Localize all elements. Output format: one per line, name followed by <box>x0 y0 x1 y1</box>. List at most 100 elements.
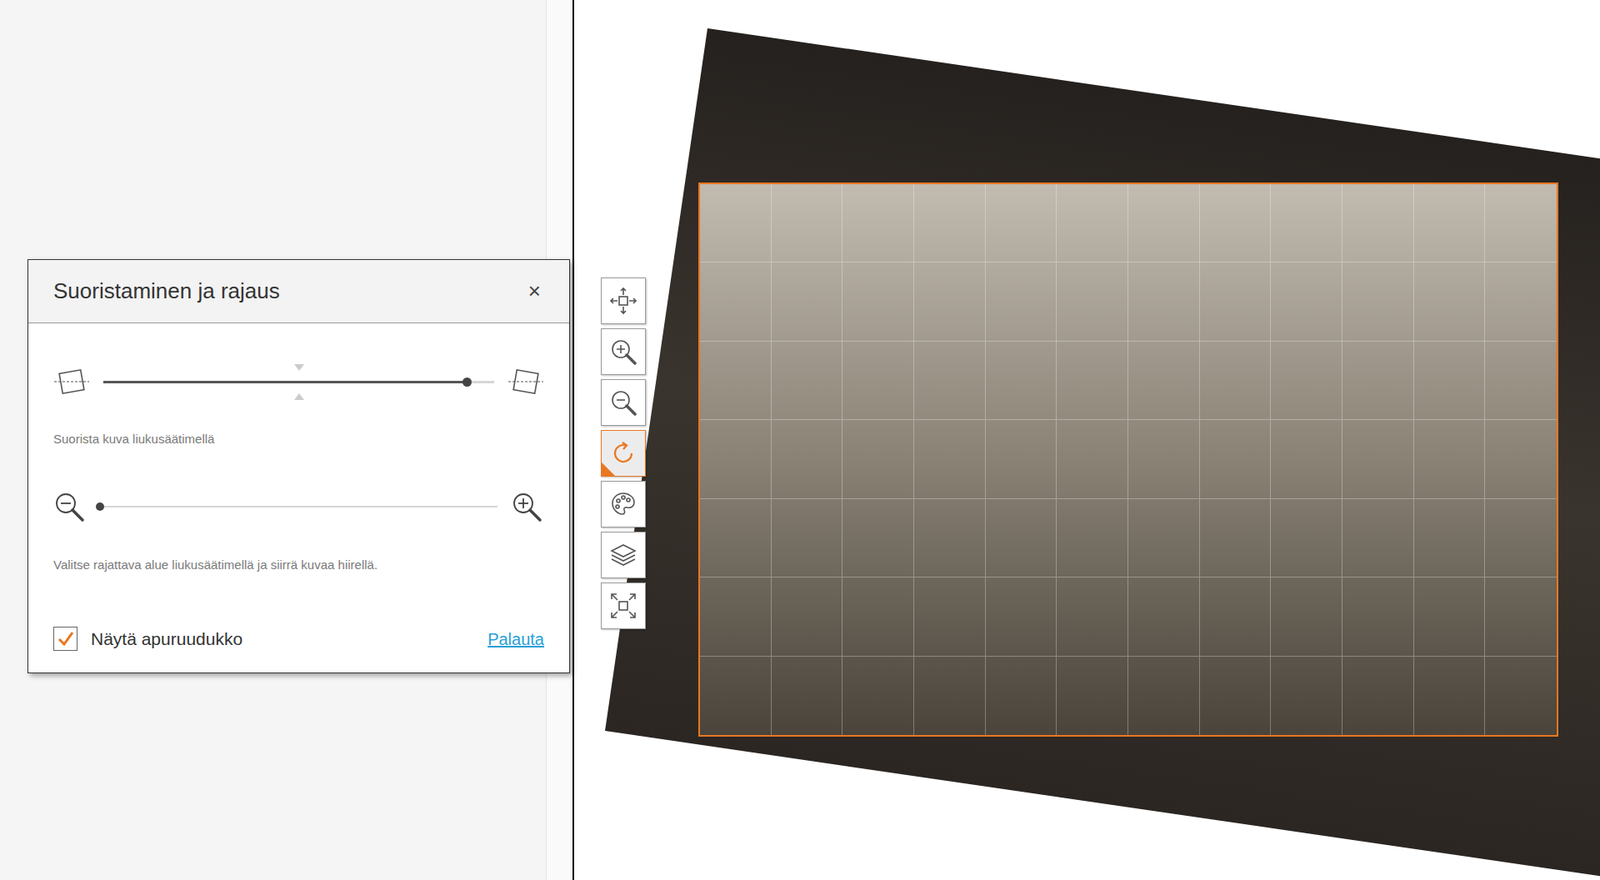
grid-cell <box>1485 577 1557 656</box>
grid-cell <box>914 262 986 341</box>
grid-cell <box>771 656 844 735</box>
grid-cell <box>771 499 844 578</box>
grid-cell <box>1200 341 1272 420</box>
reset-link[interactable]: Palauta <box>487 626 545 652</box>
dialog-header: Suoristaminen ja rajaus × <box>28 260 570 324</box>
grid-cell <box>700 341 772 420</box>
grid-cell <box>1342 262 1415 341</box>
grid-cell <box>700 499 772 578</box>
layers-icon <box>609 540 638 570</box>
zoom-out-icon <box>609 388 638 417</box>
grid-cell <box>1414 656 1486 735</box>
tilt-right-icon <box>507 366 545 397</box>
grid-cell <box>914 341 986 420</box>
grid-cell <box>1414 184 1486 263</box>
grid-cell <box>1270 184 1343 263</box>
grid-cell <box>842 656 915 735</box>
grid-cell <box>1056 577 1129 656</box>
grid-checkbox-label: Näytä apuruudukko <box>90 625 243 653</box>
grid-cell <box>1414 577 1486 656</box>
grid-cell <box>985 499 1058 578</box>
canvas <box>574 0 1600 880</box>
grid-cell <box>1342 341 1415 420</box>
grid-cell <box>1200 499 1272 578</box>
close-button[interactable]: × <box>525 275 545 308</box>
slider-fill <box>103 380 467 384</box>
grid-cell <box>1270 420 1343 499</box>
grid-cell <box>1128 420 1200 499</box>
tool-button[interactable] <box>600 531 646 579</box>
grid-cell <box>1056 499 1129 578</box>
grid-cell <box>1414 420 1486 499</box>
tool-button[interactable] <box>600 277 646 325</box>
zoom-slider[interactable] <box>100 505 498 508</box>
grid-cell <box>1200 262 1272 341</box>
grid-cell <box>1342 420 1415 499</box>
straighten-slider[interactable] <box>103 380 495 384</box>
grid-cell <box>1128 656 1200 735</box>
crop-area[interactable] <box>698 182 1559 737</box>
grid-cell <box>842 577 915 656</box>
zoom-row <box>53 490 545 523</box>
grid-cell <box>985 184 1058 263</box>
grid-cell <box>1270 656 1343 735</box>
grid-cell <box>985 577 1058 656</box>
dialog-footer: Näytä apuruudukko Palauta <box>53 625 545 653</box>
slider-thumb[interactable] <box>95 502 105 511</box>
straighten-row <box>53 366 545 397</box>
grid-cell <box>771 420 844 499</box>
grid-cell <box>914 499 986 578</box>
straighten-hint: Suorista kuva liukusäätimellä <box>53 430 545 450</box>
grid-cell <box>914 420 986 499</box>
grid-cell <box>700 656 772 735</box>
grid-cell <box>1485 184 1557 263</box>
grid-cell <box>985 341 1058 420</box>
tool-button[interactable] <box>600 582 646 630</box>
grid-cell <box>1128 499 1200 578</box>
grid-cell <box>1128 262 1200 341</box>
zoom-in-icon <box>510 490 545 523</box>
grid-cell <box>1056 262 1129 341</box>
grid-cell <box>1270 577 1343 656</box>
grid-cell <box>985 262 1058 341</box>
grid-cell <box>1128 577 1200 656</box>
grid-cell <box>1414 262 1486 341</box>
grid-cell <box>842 262 915 341</box>
tool-button[interactable] <box>600 480 646 528</box>
grid-cell <box>1200 184 1272 263</box>
grid-cell <box>1270 341 1343 420</box>
grid-cell <box>1128 341 1200 420</box>
grid-cell <box>842 420 915 499</box>
tool-button[interactable] <box>600 379 646 426</box>
grid-checkbox-row[interactable]: Näytä apuruudukko <box>53 625 243 653</box>
tool-button[interactable] <box>600 430 646 477</box>
grid-cell <box>914 184 986 263</box>
grid-cell <box>842 184 915 263</box>
dialog-title: Suoristaminen ja rajaus <box>53 275 280 308</box>
grid-cell <box>1270 262 1343 341</box>
grid-cell <box>1342 184 1415 263</box>
grid-cell <box>985 656 1058 735</box>
grid-cell <box>842 341 915 420</box>
dialog-body: Suorista kuva liukusäätimellä Valitse ra… <box>28 323 570 673</box>
grid-cell <box>1128 184 1200 263</box>
center-marker-top <box>294 364 305 371</box>
grid-cell <box>1342 656 1415 735</box>
move-icon <box>609 286 638 315</box>
grid-checkbox[interactable] <box>53 626 78 651</box>
grid-cell <box>1200 420 1272 499</box>
grid-cell <box>700 262 772 341</box>
fit-icon <box>609 591 638 620</box>
slider-thumb[interactable] <box>462 377 472 387</box>
tool-button[interactable] <box>600 328 646 375</box>
grid-cell <box>1485 341 1557 420</box>
zoom-in-icon <box>609 337 638 366</box>
grid-cell <box>1056 420 1129 499</box>
grid-cell <box>1342 499 1415 578</box>
grid-cell <box>771 341 844 420</box>
grid-cell <box>1056 656 1129 735</box>
palette-icon <box>609 490 638 519</box>
grid-cell <box>1056 341 1129 420</box>
grid-cell <box>1485 420 1557 499</box>
grid-cell <box>700 577 772 656</box>
